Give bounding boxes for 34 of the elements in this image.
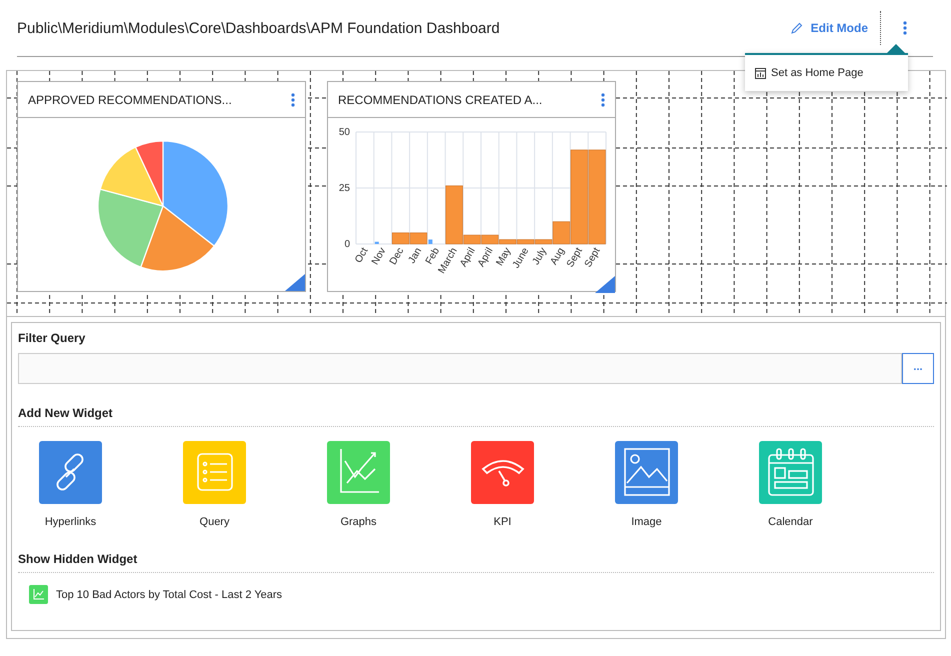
filter-query-field[interactable]	[18, 353, 902, 384]
more-menu-icon[interactable]	[291, 92, 295, 106]
section-label: Show Hidden Widget	[18, 551, 138, 568]
axis-label: Oct	[353, 246, 371, 265]
pencil-icon	[790, 22, 803, 34]
widget-title: RECOMMENDATIONS CREATED A...	[338, 92, 542, 106]
menu-item[interactable]: Set as Home Page	[755, 67, 864, 79]
axis-label: Dec	[388, 246, 406, 267]
more-menu-icon[interactable]	[601, 92, 605, 106]
widget-option[interactable]: Hyperlinks	[30, 441, 111, 528]
more-menu-icon[interactable]	[903, 21, 907, 35]
browse-button[interactable]: ...	[902, 353, 934, 384]
breadcrumb-title: Public\Meridium\Modules\Core\Dashboards\APM Foundation Dashboard	[17, 20, 501, 36]
hidden-widget-link[interactable]: Top 10 Bad Actors by Total Cost - Last 2 Years	[56, 588, 282, 600]
axis-tick-label: 0	[344, 239, 350, 250]
axis-label: Jan	[406, 246, 424, 266]
section-label: Add New Widget	[18, 405, 114, 422]
widget-title: APPROVED RECOMMENDATIONS...	[28, 92, 232, 106]
axis-tick-label: 50	[338, 127, 350, 138]
chart-icon	[755, 68, 766, 78]
axis-tick-label: 25	[338, 183, 350, 194]
resize-handle-icon[interactable]	[595, 276, 615, 293]
widget-option[interactable]: Graphs	[318, 441, 399, 528]
chart-icon	[29, 585, 48, 604]
edit-mode-button[interactable]: Edit Mode	[790, 21, 880, 35]
axis-label: Feb	[424, 246, 442, 266]
widget-option[interactable]: KPI	[462, 441, 543, 528]
widget-option[interactable]: Calendar	[750, 441, 831, 528]
resize-handle-icon[interactable]	[285, 274, 305, 291]
widget-option[interactable]: Query	[174, 441, 255, 528]
section-label: Filter Query	[18, 330, 86, 347]
axis-label: July	[530, 246, 550, 267]
widget-option[interactable]: Image	[606, 441, 687, 528]
axis-label: Nov	[370, 246, 388, 267]
